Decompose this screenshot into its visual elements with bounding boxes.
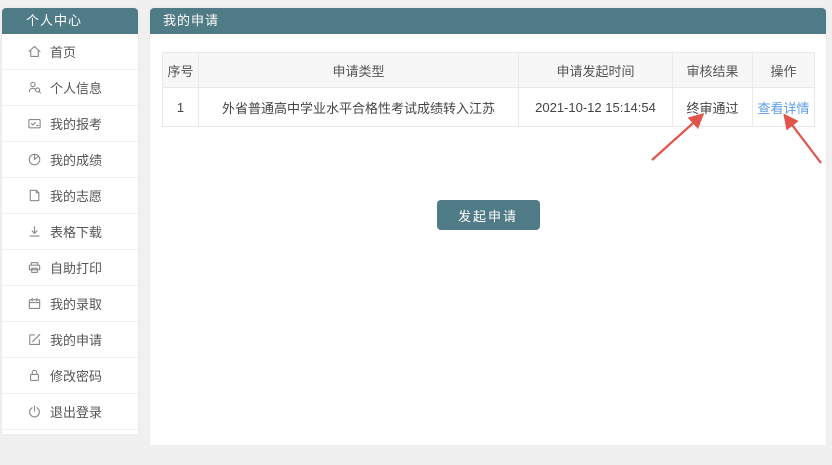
sidebar-item-label: 我的录取 xyxy=(50,294,102,313)
edit-icon xyxy=(27,332,42,347)
panel-title: 我的申请 xyxy=(150,8,826,34)
sidebar-item-my-scores[interactable]: 我的成绩 xyxy=(2,142,138,178)
sidebar-item-form-download[interactable]: 表格下载 xyxy=(2,214,138,250)
sidebar-item-logout[interactable]: 退出登录 xyxy=(2,394,138,430)
button-row: 发起申请 xyxy=(162,200,814,230)
cell-application-type: 外省普通高中学业水平合格性考试成绩转入江苏 xyxy=(199,88,519,127)
document-icon xyxy=(27,188,42,203)
sidebar-item-label: 个人信息 xyxy=(50,78,102,97)
sidebar-title: 个人中心 xyxy=(2,8,138,34)
lock-icon xyxy=(27,368,42,383)
download-icon xyxy=(27,224,42,239)
cell-no: 1 xyxy=(163,88,199,127)
initiate-application-button[interactable]: 发起申请 xyxy=(437,200,540,230)
col-header-no: 序号 xyxy=(163,53,199,88)
sidebar-item-change-password[interactable]: 修改密码 xyxy=(2,358,138,394)
sidebar-item-label: 我的成绩 xyxy=(50,150,102,169)
sidebar-item-label: 修改密码 xyxy=(50,366,102,385)
table-header-row: 序号 申请类型 申请发起时间 审核结果 操作 xyxy=(163,53,815,88)
sidebar-item-self-print[interactable]: 自助打印 xyxy=(2,250,138,286)
user-search-icon xyxy=(27,80,42,95)
sidebar-item-my-preferences[interactable]: 我的志愿 xyxy=(2,178,138,214)
sidebar-item-home[interactable]: 首页 xyxy=(2,34,138,70)
logout-icon xyxy=(27,404,42,419)
sidebar-item-personal-info[interactable]: 个人信息 xyxy=(2,70,138,106)
cell-review-result: 终审通过 xyxy=(673,88,753,127)
sidebar-item-label: 我的报考 xyxy=(50,114,102,133)
cell-action: 查看详情 xyxy=(753,88,815,127)
applications-table: 序号 申请类型 申请发起时间 审核结果 操作 1 外省普通高中学业水平合格性考试… xyxy=(162,52,815,127)
col-header-result: 审核结果 xyxy=(673,53,753,88)
main-panel: 我的申请 序号 申请类型 申请发起时间 审核结果 操作 1 外省普通高中学业水平… xyxy=(150,8,826,445)
col-header-action: 操作 xyxy=(753,53,815,88)
sidebar-item-label: 退出登录 xyxy=(50,402,102,421)
sidebar-item-label: 我的申请 xyxy=(50,330,102,349)
sidebar-item-my-applications[interactable]: 我的申请 xyxy=(2,322,138,358)
pie-chart-icon xyxy=(27,152,42,167)
sidebar-item-label: 首页 xyxy=(50,42,76,61)
cell-application-time: 2021-10-12 15:14:54 xyxy=(519,88,673,127)
sidebar-item-label: 自助打印 xyxy=(50,258,102,277)
calendar-icon xyxy=(27,296,42,311)
view-details-link[interactable]: 查看详情 xyxy=(757,101,809,116)
sidebar-item-my-admission[interactable]: 我的录取 xyxy=(2,286,138,322)
printer-icon xyxy=(27,260,42,275)
col-header-time: 申请发起时间 xyxy=(519,53,673,88)
exam-card-icon xyxy=(27,116,42,131)
panel-body: 序号 申请类型 申请发起时间 审核结果 操作 1 外省普通高中学业水平合格性考试… xyxy=(150,34,826,230)
sidebar-item-label: 我的志愿 xyxy=(50,186,102,205)
sidebar: 个人中心 首页 个人信息 我的报考 我的成绩 我的志愿 表格下载 xyxy=(2,8,138,434)
table-row: 1 外省普通高中学业水平合格性考试成绩转入江苏 2021-10-12 15:14… xyxy=(163,88,815,127)
sidebar-item-label: 表格下载 xyxy=(50,222,102,241)
col-header-type: 申请类型 xyxy=(199,53,519,88)
home-icon xyxy=(27,44,42,59)
sidebar-item-my-registration[interactable]: 我的报考 xyxy=(2,106,138,142)
